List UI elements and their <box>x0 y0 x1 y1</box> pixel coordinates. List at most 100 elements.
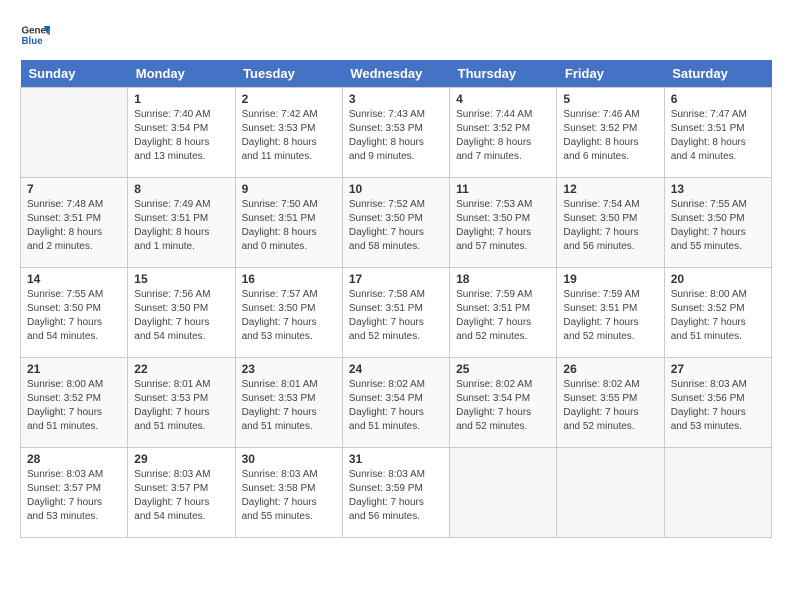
day-info: Sunrise: 8:03 AM Sunset: 3:56 PM Dayligh… <box>671 378 765 434</box>
day-info: Sunrise: 7:55 AM Sunset: 3:50 PM Dayligh… <box>671 198 765 254</box>
calendar-cell: 17Sunrise: 7:58 AM Sunset: 3:51 PM Dayli… <box>342 268 449 358</box>
day-info: Sunrise: 7:40 AM Sunset: 3:54 PM Dayligh… <box>134 108 228 164</box>
calendar-cell <box>21 88 128 178</box>
calendar-cell: 28Sunrise: 8:03 AM Sunset: 3:57 PM Dayli… <box>21 448 128 538</box>
calendar-cell: 27 Sunrise: 8:03 AM Sunset: 3:56 PM Dayli… <box>664 358 771 448</box>
calendar-cell: 6 Sunrise: 7:47 AM Sunset: 3:51 PM Daylig… <box>664 88 771 178</box>
day-number: 19 <box>563 272 657 286</box>
day-number: 11 <box>456 182 550 196</box>
day-number: 27 <box>671 362 765 376</box>
calendar-cell: 16Sunrise: 7:57 AM Sunset: 3:50 PM Dayli… <box>235 268 342 358</box>
day-info: Sunrise: 7:48 AM Sunset: 3:51 PM Dayligh… <box>27 198 121 254</box>
calendar-week-row: 28Sunrise: 8:03 AM Sunset: 3:57 PM Dayli… <box>21 448 772 538</box>
calendar-week-row: 14 Sunrise: 7:55 AM Sunset: 3:50 PM Dayli… <box>21 268 772 358</box>
calendar-cell: 9 Sunrise: 7:50 AM Sunset: 3:51 PM Daylig… <box>235 178 342 268</box>
day-info: Sunrise: 8:03 AM Sunset: 3:59 PM Dayligh… <box>349 468 443 524</box>
calendar-cell: 3 Sunrise: 7:43 AM Sunset: 3:53 PM Daylig… <box>342 88 449 178</box>
header-wednesday: Wednesday <box>342 60 449 88</box>
calendar-week-row: 7Sunrise: 7:48 AM Sunset: 3:51 PM Daylig… <box>21 178 772 268</box>
day-info: Sunrise: 8:00 AM Sunset: 3:52 PM Dayligh… <box>671 288 765 344</box>
day-number: 9 <box>242 182 336 196</box>
calendar-week-row: 1 Sunrise: 7:40 AM Sunset: 3:54 PM Daylig… <box>21 88 772 178</box>
day-number: 3 <box>349 92 443 106</box>
day-number: 18 <box>456 272 550 286</box>
calendar-cell <box>450 448 557 538</box>
day-number: 5 <box>563 92 657 106</box>
day-number: 30 <box>242 452 336 466</box>
logo-icon: General Blue <box>20 20 50 50</box>
day-number: 15 <box>134 272 228 286</box>
day-number: 21 <box>27 362 121 376</box>
day-info: Sunrise: 7:59 AM Sunset: 3:51 PM Dayligh… <box>563 288 657 344</box>
day-number: 12 <box>563 182 657 196</box>
calendar-cell: 18 Sunrise: 7:59 AM Sunset: 3:51 PM Dayli… <box>450 268 557 358</box>
header-friday: Friday <box>557 60 664 88</box>
calendar-cell: 8 Sunrise: 7:49 AM Sunset: 3:51 PM Daylig… <box>128 178 235 268</box>
calendar-cell <box>557 448 664 538</box>
day-number: 22 <box>134 362 228 376</box>
day-number: 24 <box>349 362 443 376</box>
header-monday: Monday <box>128 60 235 88</box>
calendar-cell: 19 Sunrise: 7:59 AM Sunset: 3:51 PM Dayli… <box>557 268 664 358</box>
svg-text:Blue: Blue <box>22 36 44 47</box>
calendar-cell: 26Sunrise: 8:02 AM Sunset: 3:55 PM Dayli… <box>557 358 664 448</box>
day-info: Sunrise: 8:03 AM Sunset: 3:58 PM Dayligh… <box>242 468 336 524</box>
day-number: 31 <box>349 452 443 466</box>
calendar-cell <box>664 448 771 538</box>
calendar-cell: 2Sunrise: 7:42 AM Sunset: 3:53 PM Daylig… <box>235 88 342 178</box>
calendar-cell: 15 Sunrise: 7:56 AM Sunset: 3:50 PM Dayli… <box>128 268 235 358</box>
calendar-cell: 23 Sunrise: 8:01 AM Sunset: 3:53 PM Dayli… <box>235 358 342 448</box>
day-info: Sunrise: 7:46 AM Sunset: 3:52 PM Dayligh… <box>563 108 657 164</box>
day-info: Sunrise: 8:03 AM Sunset: 3:57 PM Dayligh… <box>134 468 228 524</box>
day-info: Sunrise: 7:55 AM Sunset: 3:50 PM Dayligh… <box>27 288 121 344</box>
header-tuesday: Tuesday <box>235 60 342 88</box>
day-info: Sunrise: 8:01 AM Sunset: 3:53 PM Dayligh… <box>242 378 336 434</box>
calendar-cell: 13Sunrise: 7:55 AM Sunset: 3:50 PM Dayli… <box>664 178 771 268</box>
header-sunday: Sunday <box>21 60 128 88</box>
calendar-cell: 5 Sunrise: 7:46 AM Sunset: 3:52 PM Daylig… <box>557 88 664 178</box>
calendar-cell: 21 Sunrise: 8:00 AM Sunset: 3:52 PM Dayli… <box>21 358 128 448</box>
header-saturday: Saturday <box>664 60 771 88</box>
day-info: Sunrise: 7:53 AM Sunset: 3:50 PM Dayligh… <box>456 198 550 254</box>
day-info: Sunrise: 7:59 AM Sunset: 3:51 PM Dayligh… <box>456 288 550 344</box>
day-info: Sunrise: 8:02 AM Sunset: 3:54 PM Dayligh… <box>456 378 550 434</box>
calendar-cell: 31 Sunrise: 8:03 AM Sunset: 3:59 PM Dayli… <box>342 448 449 538</box>
day-number: 20 <box>671 272 765 286</box>
day-info: Sunrise: 8:01 AM Sunset: 3:53 PM Dayligh… <box>134 378 228 434</box>
day-number: 2 <box>242 92 336 106</box>
day-info: Sunrise: 8:03 AM Sunset: 3:57 PM Dayligh… <box>27 468 121 524</box>
header: General Blue <box>20 20 772 50</box>
day-info: Sunrise: 7:56 AM Sunset: 3:50 PM Dayligh… <box>134 288 228 344</box>
calendar-week-row: 21 Sunrise: 8:00 AM Sunset: 3:52 PM Dayli… <box>21 358 772 448</box>
calendar-cell: 12Sunrise: 7:54 AM Sunset: 3:50 PM Dayli… <box>557 178 664 268</box>
day-number: 25 <box>456 362 550 376</box>
day-info: Sunrise: 7:43 AM Sunset: 3:53 PM Dayligh… <box>349 108 443 164</box>
header-thursday: Thursday <box>450 60 557 88</box>
day-info: Sunrise: 7:58 AM Sunset: 3:51 PM Dayligh… <box>349 288 443 344</box>
calendar-cell: 1 Sunrise: 7:40 AM Sunset: 3:54 PM Daylig… <box>128 88 235 178</box>
day-number: 1 <box>134 92 228 106</box>
day-number: 10 <box>349 182 443 196</box>
calendar-cell: 11 Sunrise: 7:53 AM Sunset: 3:50 PM Dayli… <box>450 178 557 268</box>
calendar-cell: 24 Sunrise: 8:02 AM Sunset: 3:54 PM Dayli… <box>342 358 449 448</box>
day-info: Sunrise: 7:49 AM Sunset: 3:51 PM Dayligh… <box>134 198 228 254</box>
day-number: 6 <box>671 92 765 106</box>
day-info: Sunrise: 8:02 AM Sunset: 3:55 PM Dayligh… <box>563 378 657 434</box>
calendar-cell: 25 Sunrise: 8:02 AM Sunset: 3:54 PM Dayli… <box>450 358 557 448</box>
day-number: 14 <box>27 272 121 286</box>
day-info: Sunrise: 7:57 AM Sunset: 3:50 PM Dayligh… <box>242 288 336 344</box>
day-info: Sunrise: 7:50 AM Sunset: 3:51 PM Dayligh… <box>242 198 336 254</box>
calendar-cell: 7Sunrise: 7:48 AM Sunset: 3:51 PM Daylig… <box>21 178 128 268</box>
day-info: Sunrise: 8:00 AM Sunset: 3:52 PM Dayligh… <box>27 378 121 434</box>
calendar-cell: 29Sunrise: 8:03 AM Sunset: 3:57 PM Dayli… <box>128 448 235 538</box>
day-number: 4 <box>456 92 550 106</box>
calendar-cell: 22 Sunrise: 8:01 AM Sunset: 3:53 PM Dayli… <box>128 358 235 448</box>
day-info: Sunrise: 7:47 AM Sunset: 3:51 PM Dayligh… <box>671 108 765 164</box>
calendar-table: SundayMondayTuesdayWednesdayThursdayFrid… <box>20 60 772 538</box>
day-info: Sunrise: 7:44 AM Sunset: 3:52 PM Dayligh… <box>456 108 550 164</box>
day-number: 8 <box>134 182 228 196</box>
calendar-cell: 4 Sunrise: 7:44 AM Sunset: 3:52 PM Daylig… <box>450 88 557 178</box>
calendar-body: 1 Sunrise: 7:40 AM Sunset: 3:54 PM Daylig… <box>21 88 772 538</box>
day-number: 23 <box>242 362 336 376</box>
day-info: Sunrise: 8:02 AM Sunset: 3:54 PM Dayligh… <box>349 378 443 434</box>
